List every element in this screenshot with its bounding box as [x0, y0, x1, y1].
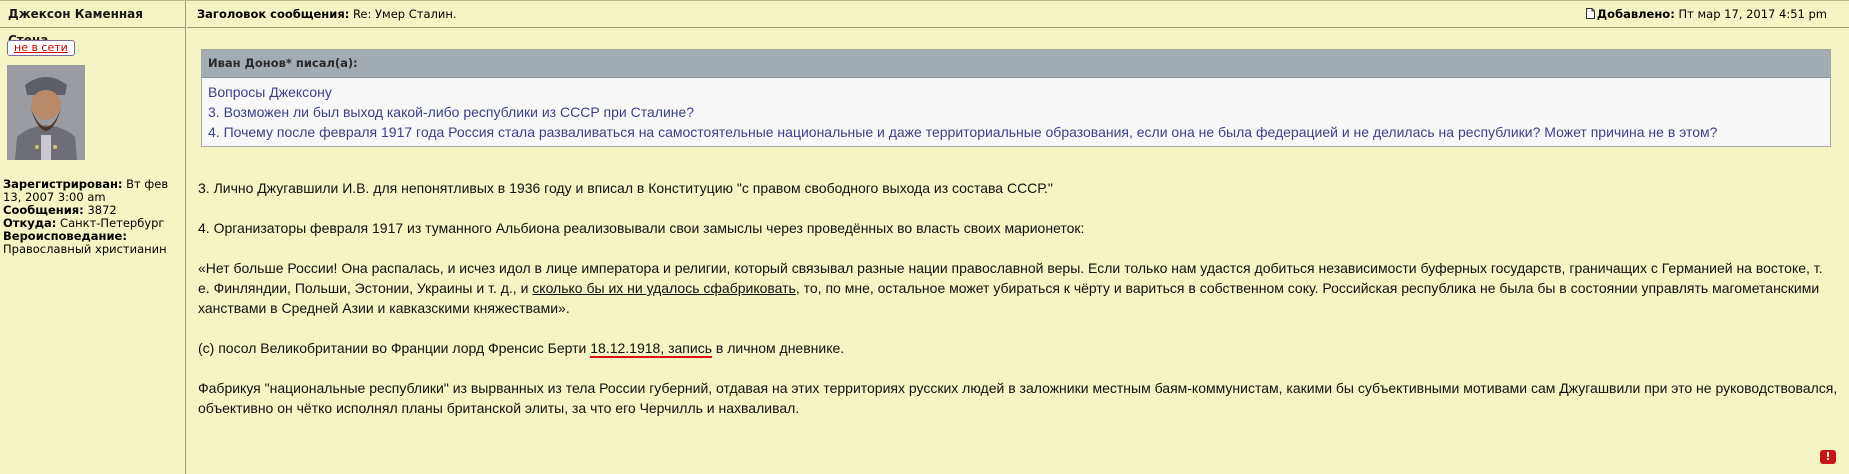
- quote-line: Вопросы Джексону: [208, 84, 332, 100]
- avatar: [7, 65, 85, 160]
- post-paragraph: 4. Организаторы февраля 1917 из туманног…: [198, 220, 1085, 236]
- profile-religion: Вероисповедание: Православный христианин: [3, 229, 167, 256]
- post-subject-text: Re: Умер Сталин.: [352, 7, 457, 21]
- author-name[interactable]: Джексон Каменная Стена: [0, 1, 186, 47]
- forum-post: Джексон Каменная Стена не в сети Зарегис…: [0, 0, 1849, 474]
- post-column: Заголовок сообщения: Re: Умер Сталин. До…: [187, 1, 1849, 474]
- post-paragraph: (с) посол Великобритании во Франции лорд…: [198, 340, 845, 358]
- post-date: Добавлено: Пт мар 17, 2017 4:51 pm: [1585, 1, 1827, 27]
- quote-body: Вопросы Джексону 3. Возможен ли был выхо…: [202, 78, 1830, 142]
- quote-author: Иван Донов* писал(а):: [202, 50, 1830, 78]
- red-underlined-phrase: 18.12.1918, запись: [590, 340, 712, 358]
- author-profile: Зарегистрирован: Вт фев 13, 2007 3:00 am…: [3, 178, 183, 256]
- profile-registered: Зарегистрирован: Вт фев 13, 2007 3:00 am: [3, 177, 169, 204]
- post-paragraph: 3. Лично Джугавшили И.В. для непонятливы…: [198, 180, 1053, 196]
- avatar-portrait-icon: [7, 65, 85, 160]
- author-column: Джексон Каменная Стена не в сети Зарегис…: [0, 1, 186, 474]
- offline-status-badge[interactable]: не в сети: [7, 40, 75, 56]
- post-paragraph: «Нет больше России! Она распалась, и исч…: [198, 260, 1823, 316]
- report-icon[interactable]: !: [1820, 450, 1836, 464]
- post-header: Заголовок сообщения: Re: Умер Сталин. До…: [187, 1, 1849, 28]
- quote-block: Иван Донов* писал(а): Вопросы Джексону 3…: [201, 49, 1831, 147]
- quote-line: 3. Возможен ли был выход какой-либо респ…: [208, 104, 695, 120]
- post-subject: Заголовок сообщения: Re: Умер Сталин.: [197, 7, 457, 21]
- post-body: 3. Лично Джугавшили И.В. для непонятливы…: [198, 178, 1838, 438]
- document-icon[interactable]: [1585, 8, 1595, 19]
- post-paragraph: Фабрикуя "национальные республики" из вы…: [198, 380, 1838, 416]
- underlined-phrase: сколько бы их ни удалось сфабриковать: [532, 280, 796, 296]
- quote-line: 4. Почему после февраля 1917 года Россия…: [208, 124, 1718, 140]
